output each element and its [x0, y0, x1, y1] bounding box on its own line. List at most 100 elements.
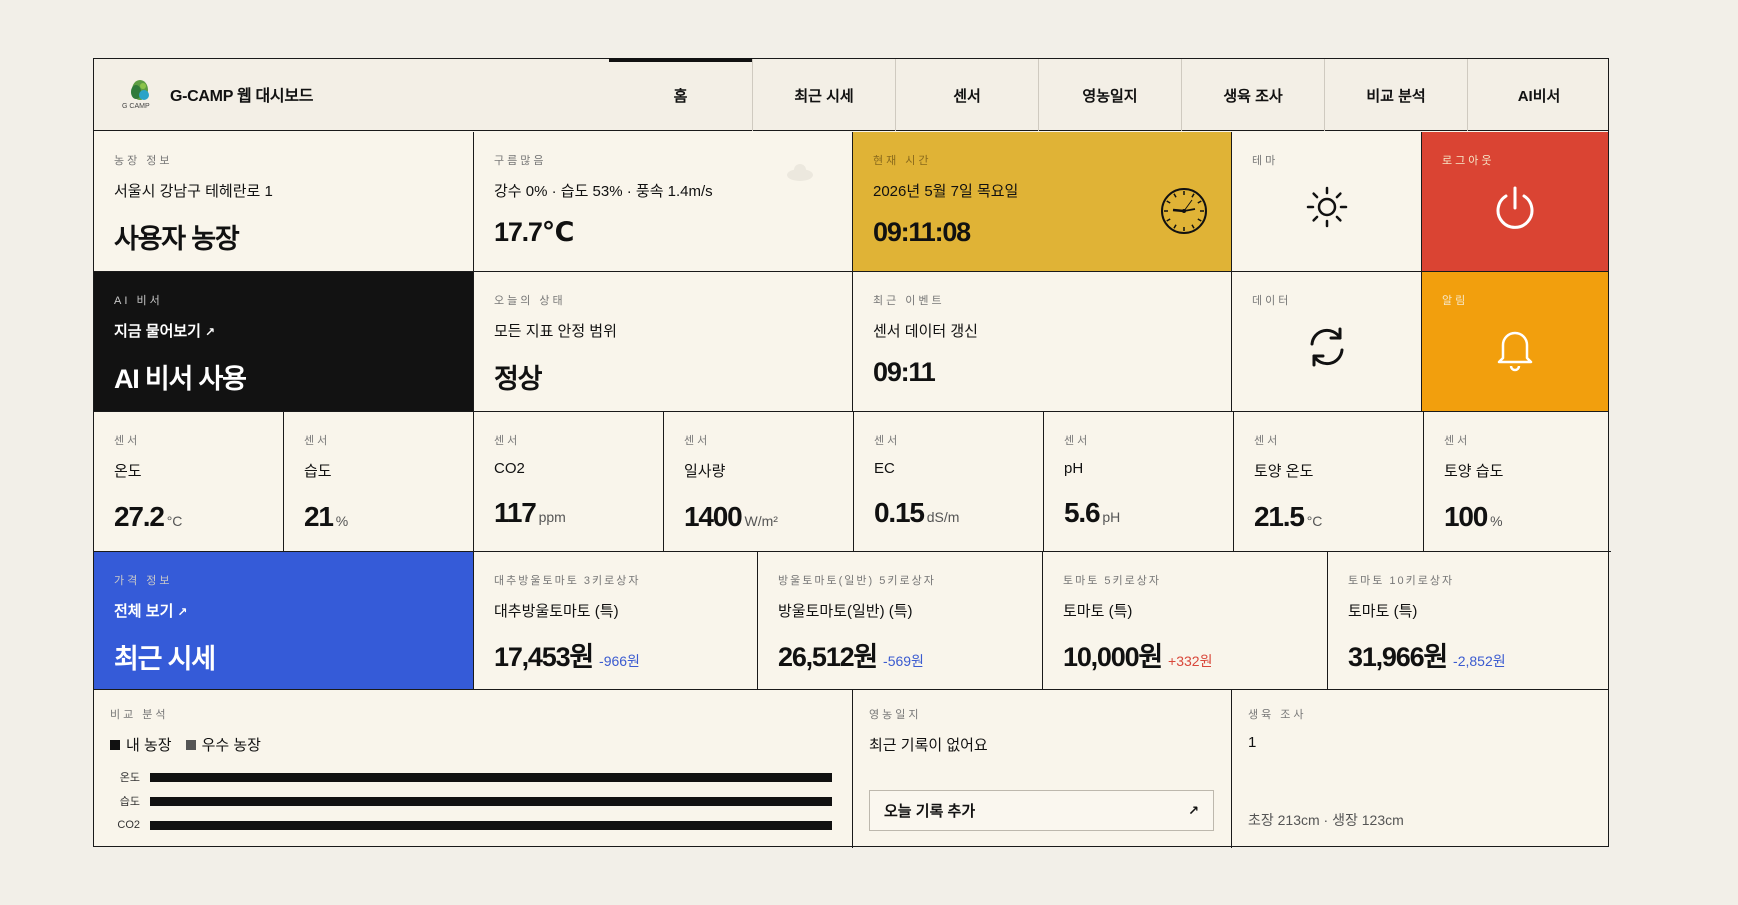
price-info-card[interactable]: 가격 정보 전체 보기 ↗ 최근 시세: [94, 552, 474, 690]
sensor-value-line: 27.2 °C: [114, 501, 263, 533]
sensor-unit: ppm: [538, 509, 566, 525]
sensor-value-line: 1400 W/m²: [684, 501, 833, 533]
farm-info-label: 농장 정보: [114, 155, 173, 167]
legend-my-farm: 내 농장: [110, 734, 172, 755]
clock-card: 현재 시간 2026년 5월 7일 목요일 09:11:08: [853, 132, 1232, 272]
sensor-card: 센서 CO2 117 ppm: [474, 412, 664, 552]
price-value: 26,512원: [778, 642, 878, 672]
sensor-name: 온도: [114, 463, 142, 480]
theme-card[interactable]: 테마: [1232, 132, 1422, 272]
compare-bar-label: 습도: [119, 796, 140, 808]
sensor-card: 센서 일사량 1400 W/m²: [664, 412, 854, 552]
sun-icon[interactable]: [1304, 184, 1350, 235]
compare-bar-label: CO2: [117, 819, 140, 831]
nav-diary[interactable]: 영농일지: [1038, 59, 1181, 131]
main-nav: 홈 최근 시세 센서 영농일지 생육 조사 비교 분석 AI비서: [609, 58, 1610, 131]
growth-card: 생육 조사 1 초장 213cm · 생장 123cm: [1232, 690, 1609, 848]
weather-detail: 강수 0% · 습도 53% · 풍속 1.4m/s: [494, 183, 713, 200]
sensor-value-line: 117 ppm: [494, 497, 643, 529]
price-product: 방울토마토(일반) (특): [778, 603, 913, 620]
price-info-link-text: 전체 보기: [114, 603, 174, 620]
diary-detail: 최근 기록이 없어요: [869, 737, 988, 754]
compare-bar: [150, 820, 832, 830]
compare-bar: [150, 796, 832, 806]
sensor-value: 100: [1444, 501, 1488, 532]
price-delta: +332원: [1168, 653, 1213, 669]
ai-link-text: 지금 물어보기: [114, 323, 201, 340]
ai-assistant-card[interactable]: AI 비서 지금 물어보기 ↗ AI 비서 사용: [94, 272, 474, 412]
price-value-line: 31,966원 -2,852원: [1348, 635, 1589, 674]
brand[interactable]: G CAMP G-CAMP 웹 대시보드: [122, 77, 313, 111]
sensor-card: 센서온도 27.2 °C: [94, 412, 284, 552]
sensor-value-line: 21.5 °C: [1254, 501, 1403, 533]
sensor-value: 0.15: [874, 497, 925, 528]
price-card: 방울토마토(일반) 5키로상자 방울토마토(일반) (특) 26,512원 -569원: [758, 552, 1043, 690]
sensor-label: 센서: [304, 435, 331, 447]
nav-sensors[interactable]: 센서: [895, 59, 1038, 131]
legend-best-farm: 우수 농장: [185, 734, 261, 755]
price-product: 토마토 (특): [1063, 603, 1133, 620]
sensor-value: 21: [304, 501, 334, 532]
diary-card: 영농일지 최근 기록이 없어요 오늘 기록 추가 ↗: [853, 690, 1232, 848]
clock-icon: [1159, 186, 1209, 241]
sensor-card: 센서 습도 21%: [284, 412, 474, 552]
farm-name: 사용자 농장: [114, 224, 240, 254]
price-card: 토마토 5키로상자토마토 (특) 10,000원 +332원: [1043, 552, 1328, 690]
diary-label: 영농일지: [869, 709, 922, 721]
compare-bar-row: 습도: [110, 789, 836, 813]
compare-bar-row: 온도: [110, 765, 836, 789]
ai-link[interactable]: 지금 물어보기 ↗: [114, 320, 453, 341]
sensor-card: 센서 토양 습도 100%: [1424, 412, 1611, 552]
ai-title: AI 비서 사용: [114, 364, 247, 394]
nav-home[interactable]: 홈: [609, 58, 752, 131]
price-value: 17,453원: [494, 642, 594, 672]
nav-ai[interactable]: AI비서: [1467, 59, 1610, 131]
legend-label-best: 우수 농장: [201, 737, 261, 754]
event-label: 최근 이벤트: [873, 295, 945, 307]
legend-swatch-my: [110, 739, 120, 750]
gcamp-logo-icon: G CAMP: [122, 77, 156, 111]
compare-bar: [150, 772, 832, 782]
weather-temp: 17.7℃: [494, 217, 574, 247]
logo-caption: G CAMP: [122, 103, 150, 110]
price-delta: -2,852원: [1453, 653, 1506, 669]
power-icon[interactable]: [1492, 184, 1538, 237]
sensor-value-line: 0.15 dS/m: [874, 497, 1023, 529]
data-refresh-card[interactable]: 데이터: [1232, 272, 1422, 412]
arrow-up-right-icon: ↗: [204, 325, 216, 339]
sensor-label: 센서: [114, 435, 141, 447]
price-value-line: 10,000원 +332원: [1063, 635, 1307, 674]
logout-card[interactable]: 로그아웃: [1422, 132, 1609, 272]
sensor-unit: °C: [1306, 513, 1323, 529]
bell-icon[interactable]: [1492, 324, 1538, 377]
compare-bars: 온도습도 CO2: [110, 765, 836, 837]
status-value: 정상: [494, 364, 542, 394]
refresh-icon[interactable]: [1304, 324, 1350, 375]
sensor-label: 센서: [494, 435, 521, 447]
price-label: 토마토 5키로상자: [1063, 575, 1162, 587]
growth-detail: 초장 213cm · 생장 123cm: [1248, 812, 1404, 828]
sensor-name: 습도: [304, 463, 332, 480]
add-diary-button[interactable]: 오늘 기록 추가 ↗: [869, 790, 1214, 831]
price-label: 대추방울토마토 3키로상자: [494, 575, 641, 587]
alarm-card[interactable]: 알림: [1422, 272, 1609, 412]
sensor-unit: W/m²: [744, 513, 778, 529]
logout-label: 로그아웃: [1442, 155, 1495, 167]
farm-info-card: 농장 정보 서울시 강남구 테헤란로 1 사용자 농장: [94, 132, 474, 272]
sensor-value: 21.5: [1254, 501, 1305, 532]
nav-growth[interactable]: 생육 조사: [1181, 59, 1324, 131]
dashboard-frame: G CAMP G-CAMP 웹 대시보드 홈 최근 시세 센서 영농일지 생육 …: [93, 58, 1611, 848]
compare-legend: 내 농장 우수 농장: [110, 734, 836, 755]
nav-prices[interactable]: 최근 시세: [752, 59, 895, 131]
sensor-unit: dS/m: [926, 509, 960, 525]
sensor-value: 5.6: [1064, 497, 1101, 528]
price-info-title: 최근 시세: [114, 644, 216, 674]
arrow-up-right-icon: ↗: [177, 605, 188, 619]
price-value: 31,966원: [1348, 642, 1448, 672]
sensor-card: 센서 pH 5.6 pH: [1044, 412, 1234, 552]
nav-compare[interactable]: 비교 분석: [1324, 59, 1467, 131]
event-detail: 센서 데이터 갱신: [873, 323, 978, 340]
price-info-link[interactable]: 전체 보기 ↗: [114, 600, 453, 621]
sensor-label: 센서: [1254, 435, 1281, 447]
compare-card: 비교 분석 내 농장 우수 농장 온도 습도 CO2: [94, 690, 853, 848]
